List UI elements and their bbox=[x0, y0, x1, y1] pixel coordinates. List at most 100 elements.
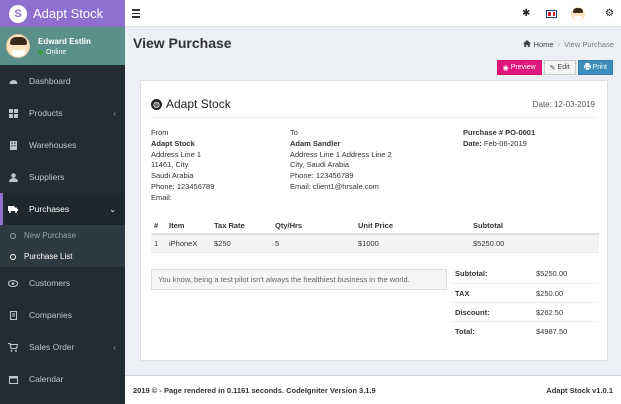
circle-icon bbox=[10, 232, 16, 239]
chevron-down-icon: ⌄ bbox=[109, 204, 116, 214]
sidebar-item-dashboard[interactable]: Dashboard bbox=[0, 65, 125, 97]
total-value: $4987.50 bbox=[536, 326, 568, 336]
column-header: Qty/Hrs bbox=[272, 218, 355, 235]
invoice-note: You know, being a test pilot isn't alway… bbox=[151, 269, 447, 290]
invoice-company-name: Adapt Stock bbox=[166, 97, 231, 111]
to-line2: City, Saudi Arabia bbox=[290, 160, 350, 170]
breadcrumb-home[interactable]: Home bbox=[534, 40, 554, 49]
invoice-actions: ◉ Preview ✎ Edit Print bbox=[495, 60, 613, 75]
from-label: From bbox=[151, 128, 169, 137]
column-header: # bbox=[151, 218, 166, 235]
to-email: Email: client1@hrsale.com bbox=[290, 181, 379, 191]
divider bbox=[151, 117, 597, 118]
hamburger-icon[interactable] bbox=[132, 9, 140, 20]
invoice-panel: ◍ Adapt Stock Date: 12-03-2019 From Adap… bbox=[140, 80, 608, 361]
user-menu-avatar[interactable] bbox=[571, 7, 585, 21]
from-phone: Phone: 123456789 bbox=[151, 181, 215, 191]
preview-button[interactable]: ◉ Preview bbox=[496, 60, 542, 75]
page-title: View Purchase bbox=[133, 35, 232, 51]
column-header: Subtotal bbox=[470, 218, 599, 235]
sidebar-subitem-label: Purchase List bbox=[24, 252, 73, 261]
suppliers-icon bbox=[8, 172, 18, 182]
chevron-left-icon: ‹ bbox=[113, 342, 116, 352]
table-cell: 5 bbox=[272, 234, 355, 253]
discount-row: Discount: $262.50 bbox=[451, 302, 599, 321]
sidebar: S Adapt Stock Edward Estlin Online Dashb… bbox=[0, 0, 125, 404]
globe-icon: ◍ bbox=[151, 98, 162, 110]
edit-button[interactable]: ✎ Edit bbox=[543, 60, 576, 75]
table-row: 1 iPhoneX $250 5 $1000 $5250.00 bbox=[151, 234, 599, 253]
sidebar-subitem-label: New Purchase bbox=[24, 231, 77, 240]
online-dot-icon bbox=[38, 49, 43, 55]
from-email: Email: bbox=[151, 192, 172, 202]
from-name: Adapt Stock bbox=[151, 138, 195, 148]
top-navbar: ✱ ⚙ bbox=[125, 0, 621, 27]
column-header: Unit Price bbox=[355, 218, 470, 235]
brand-title: Adapt Stock bbox=[33, 6, 104, 21]
home-icon bbox=[522, 40, 531, 49]
brand[interactable]: S Adapt Stock bbox=[0, 0, 125, 27]
to-name: Adam Sandler bbox=[290, 138, 341, 148]
sidebar-item-warehouses[interactable]: Warehouses bbox=[0, 129, 125, 161]
from-address: From Adapt Stock Address Line 1 11461, C… bbox=[151, 128, 214, 204]
sales-order-icon bbox=[8, 342, 18, 352]
gear-icon[interactable]: ⚙ bbox=[605, 8, 614, 19]
user-avatar bbox=[6, 34, 30, 58]
user-status: Online bbox=[38, 49, 91, 56]
from-line3: Saudi Arabia bbox=[151, 171, 194, 181]
sidebar-item-customers[interactable]: Customers bbox=[0, 267, 125, 299]
tax-value: $250.00 bbox=[536, 288, 564, 298]
print-icon bbox=[583, 63, 591, 72]
sidebar-item-label: Products bbox=[29, 108, 63, 118]
user-name: Edward Estlin bbox=[38, 36, 91, 46]
uk-flag-icon[interactable] bbox=[547, 11, 556, 17]
edit-icon: ✎ bbox=[549, 64, 556, 72]
sidebar-item-label: Suppliers bbox=[29, 172, 65, 182]
table-cell: 1 bbox=[151, 234, 166, 253]
sidebar-subitem-purchase-list[interactable]: Purchase List bbox=[0, 246, 125, 267]
print-button[interactable]: Print bbox=[577, 60, 613, 75]
sidebar-item-label: Warehouses bbox=[29, 140, 77, 150]
discount-value: $262.50 bbox=[536, 307, 564, 317]
discount-label: Discount: bbox=[455, 307, 490, 317]
sidebar-subitem-new-purchase[interactable]: New Purchase bbox=[0, 225, 125, 246]
table-header-row: # Item Tax Rate Qty/Hrs Unit Price Subto… bbox=[151, 218, 599, 235]
purchase-number: Purchase # PO-0001 bbox=[463, 128, 536, 137]
asterisk-icon[interactable]: ✱ bbox=[522, 8, 530, 19]
purchase-info: Purchase # PO-0001 Date: Feb-06-2019 bbox=[463, 128, 535, 150]
sidebar-item-products[interactable]: Products ‹ bbox=[0, 97, 125, 129]
invoice-company: ◍ Adapt Stock bbox=[151, 97, 231, 111]
items-table: # Item Tax Rate Qty/Hrs Unit Price Subto… bbox=[151, 218, 599, 253]
to-address: To Adam Sandler Address Line 1 Address L… bbox=[290, 128, 392, 193]
sidebar-item-purchases[interactable]: Purchases ⌄ bbox=[0, 193, 125, 225]
table-cell: $250 bbox=[211, 234, 272, 253]
brand-logo-icon: S bbox=[9, 4, 27, 23]
companies-icon bbox=[8, 310, 18, 320]
from-line2: 11461, City bbox=[151, 160, 189, 170]
customers-icon bbox=[8, 279, 18, 288]
sidebar-item-companies[interactable]: Companies bbox=[0, 299, 125, 331]
purchase-date-value: Feb-06-2019 bbox=[483, 138, 527, 148]
user-status-label: Online bbox=[46, 48, 67, 56]
sidebar-item-label: Dashboard bbox=[29, 76, 71, 86]
subtotal-label: Subtotal: bbox=[455, 269, 488, 278]
total-row: Total: $4987.50 bbox=[451, 321, 599, 340]
table-cell: $5250.00 bbox=[470, 234, 599, 253]
invoice-totals: Subtotal: $5250.00 TAX $250.00 Discount:… bbox=[451, 264, 599, 340]
table-cell: $1000 bbox=[355, 234, 470, 253]
sidebar-item-suppliers[interactable]: Suppliers bbox=[0, 161, 125, 193]
preview-label: Preview bbox=[510, 64, 536, 71]
purchase-date-label: Date: bbox=[463, 138, 482, 148]
dashboard-icon bbox=[8, 77, 18, 86]
tax-row: TAX $250.00 bbox=[451, 283, 599, 302]
sidebar-item-sales-order[interactable]: Sales Order ‹ bbox=[0, 331, 125, 363]
chevron-left-icon: ‹ bbox=[113, 108, 116, 118]
invoice-date: Date: 12-03-2019 bbox=[532, 100, 595, 109]
from-line1: Address Line 1 bbox=[151, 149, 202, 159]
table-cell: iPhoneX bbox=[166, 234, 211, 253]
breadcrumb-current: View Purchase bbox=[564, 40, 614, 49]
sidebar-item-calendar[interactable]: Calendar bbox=[0, 363, 125, 395]
footer: 2019 © - Page rendered in 0.1161 seconds… bbox=[125, 375, 621, 404]
footer-copyright: 2019 © - Page rendered in 0.1161 seconds… bbox=[133, 386, 376, 395]
purchases-submenu: New Purchase Purchase List bbox=[0, 225, 125, 267]
